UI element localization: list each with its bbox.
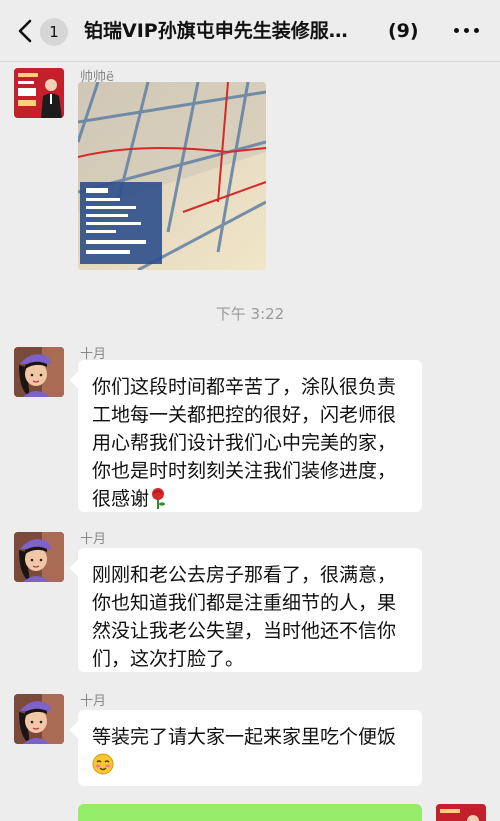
avatar-picture (436, 804, 486, 821)
cartoon-girl-avatar (14, 347, 64, 397)
outgoing-message-bubble[interactable] (78, 804, 422, 821)
message-text: 你们这段时间都辛苦了，涂队很负责工地每一关都把控的很好，闪老师很用心帮我们设计我… (92, 376, 397, 510)
image-message[interactable] (78, 82, 266, 270)
more-options-icon[interactable] (454, 28, 480, 34)
member-count: (9) (388, 20, 419, 42)
message-text: 等装完了请大家一起来家里吃个便饭 (92, 726, 397, 748)
avatar-picture (14, 68, 64, 118)
avatar[interactable] (436, 804, 486, 821)
chat-title: 铂瑞VIP孙旗屯申先生装修服… (84, 20, 348, 42)
rose-emoji-icon (149, 487, 167, 517)
cartoon-girl-avatar (14, 532, 64, 582)
message-bubble[interactable]: 等装完了请大家一起来家里吃个便饭 (78, 710, 422, 786)
sender-name: 十月 (80, 532, 107, 547)
chat-header: 1 铂瑞VIP孙旗屯申先生装修服… (9) (0, 0, 500, 62)
cartoon-girl-avatar (14, 694, 64, 744)
back-chevron-icon[interactable] (14, 18, 38, 44)
unread-count-badge[interactable]: 1 (40, 18, 68, 46)
ceiling-construction-photo (78, 82, 266, 270)
avatar[interactable] (14, 694, 64, 744)
avatar[interactable] (14, 68, 64, 118)
sender-name: 十月 (80, 694, 107, 709)
message-text: 刚刚和老公去房子那看了，很满意，你也知道我们都是注重细节的人，果然没让我老公失望… (92, 564, 397, 670)
message-bubble[interactable]: 你们这段时间都辛苦了，涂队很负责工地每一关都把控的很好，闪老师很用心帮我们设计我… (78, 360, 422, 512)
message-bubble[interactable]: 刚刚和老公去房子那看了，很满意，你也知道我们都是注重细节的人，果然没让我老公失望… (78, 548, 422, 672)
avatar[interactable] (14, 347, 64, 397)
time-divider: 下午 3:22 (215, 305, 285, 323)
avatar[interactable] (14, 532, 64, 582)
blush-face-emoji-icon (92, 753, 114, 783)
